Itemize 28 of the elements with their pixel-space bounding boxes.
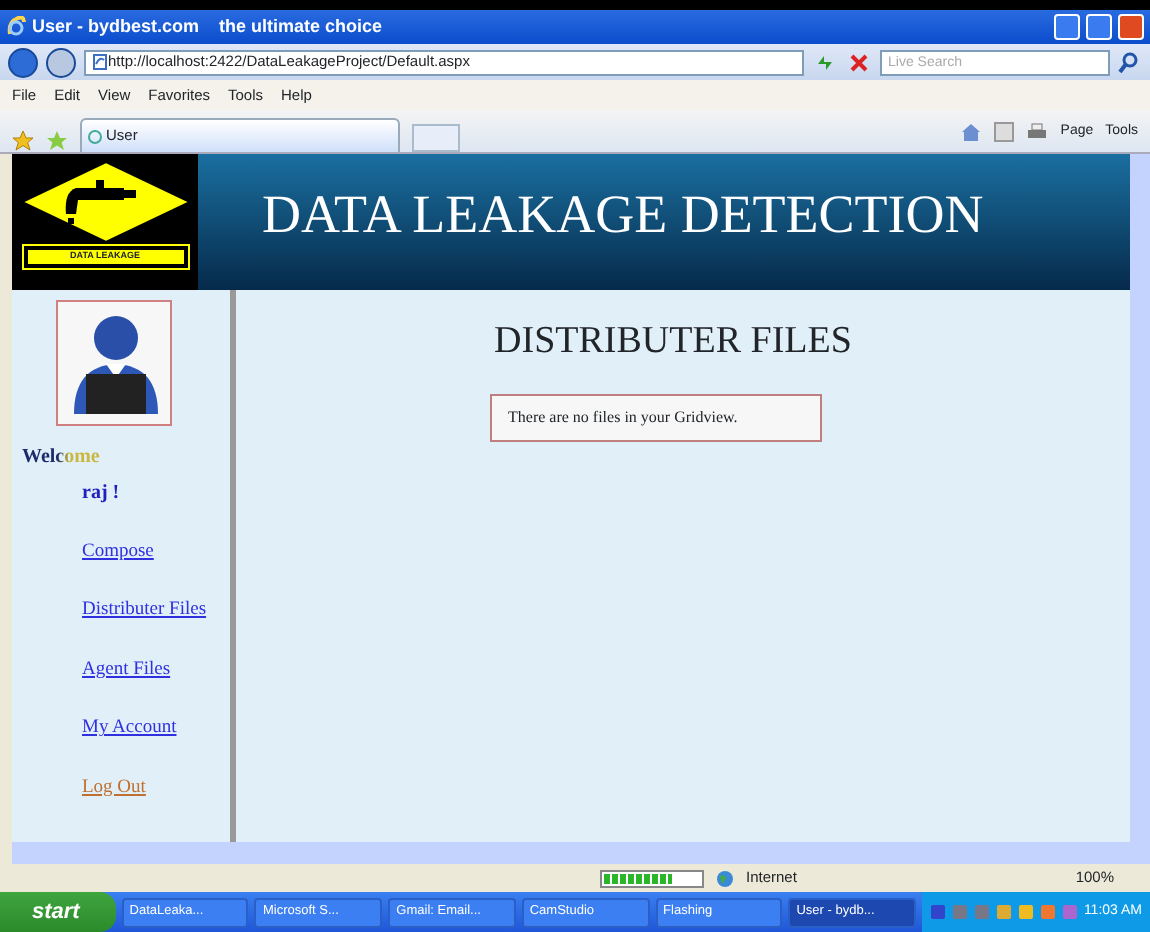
nav-link[interactable]: Distributer Files [82,600,207,624]
user-name: raj ! [82,482,122,506]
page-heading: DISTRIBUTER FILES [494,318,852,366]
close-button[interactable] [1118,14,1144,40]
close-icon[interactable] [846,49,872,75]
star-icon[interactable] [12,130,34,152]
browser-icon [6,16,26,38]
new-tab-button[interactable] [412,124,460,152]
minimize-button[interactable] [1054,14,1080,40]
empty-message: There are no files in your Gridview. [490,393,822,441]
add-favorite-icon[interactable] [46,130,68,152]
nav-link[interactable]: Agent Files [82,659,171,683]
print-icon[interactable] [1026,122,1049,142]
vertical-scrollbar[interactable] [1130,154,1150,842]
page-icon [92,54,108,70]
banner-title: DATA LEAKAGE DETECTION [260,182,986,248]
horizontal-scrollbar[interactable] [12,842,1150,864]
restore-button[interactable] [1086,14,1112,40]
forward-button[interactable] [46,47,76,77]
home-icon[interactable] [960,122,983,142]
search-icon[interactable] [1118,50,1142,74]
nav-link[interactable]: My Account [82,718,177,742]
back-button[interactable] [8,47,38,77]
nav-link[interactable]: Compose [82,542,154,565]
progress-bar [600,869,704,887]
window-title: User - bydbest.com the ultimate choice [32,13,385,40]
start-button[interactable]: start [0,892,116,932]
globe-icon [716,869,734,887]
